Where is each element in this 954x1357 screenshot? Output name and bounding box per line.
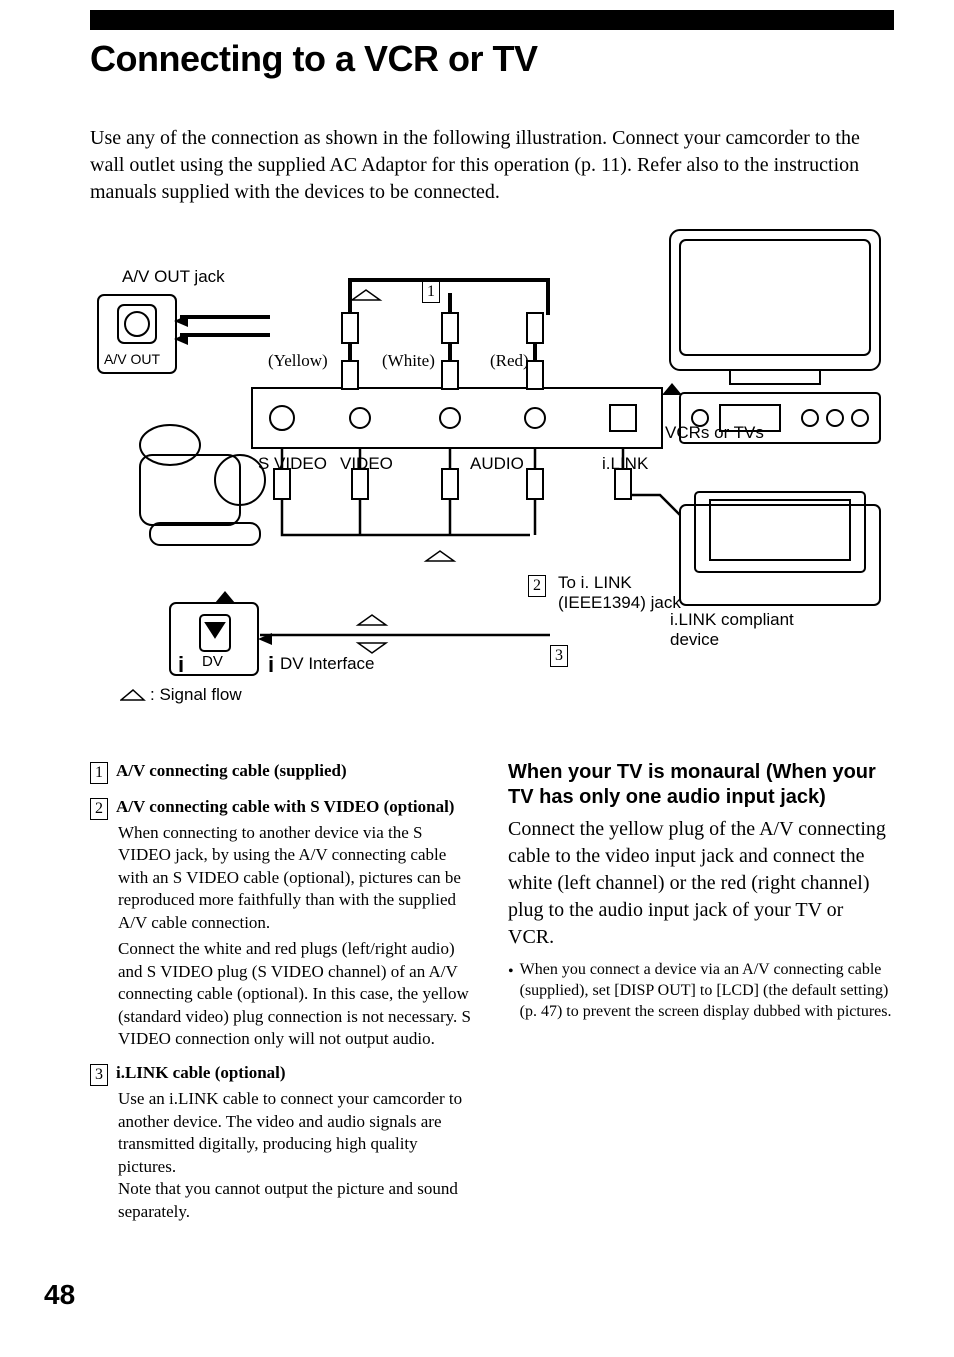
item-2-head: A/V connecting cable with S VIDEO (optio…: [116, 796, 454, 818]
item-3-head: i.LINK cable (optional): [116, 1062, 286, 1084]
label-white: (White): [382, 351, 435, 371]
item-2: 2 A/V connecting cable with S VIDEO (opt…: [90, 796, 476, 1050]
bullet-dot-icon: •: [508, 959, 514, 982]
diagram-marker-3: 3: [550, 645, 568, 667]
legend-signal-flow: : Signal flow: [120, 685, 242, 705]
diagram-marker-1: 1: [422, 281, 440, 303]
label-red: (Red): [490, 351, 529, 371]
ilink-dot-icon-2: i: [268, 652, 274, 678]
connection-diagram: A/V OUT jack A/V OUT (Yellow) (White) (R…: [90, 225, 894, 710]
ilink-dot-icon: i: [178, 652, 184, 678]
right-bullet-text: When you connect a device via an A/V con…: [520, 959, 894, 1022]
label-svideo: S VIDEO: [258, 454, 327, 474]
item-3-body2: Note that you cannot output the picture …: [118, 1178, 476, 1223]
header-bar: [90, 10, 894, 30]
manual-page: Connecting to a VCR or TV Use any of the…: [0, 0, 954, 1357]
right-bullet: • When you connect a device via an A/V c…: [508, 959, 894, 1022]
right-subhead: When your TV is monaural (When your TV h…: [508, 760, 894, 810]
label-dv-interface: DV Interface: [280, 654, 375, 674]
item-1: 1 A/V connecting cable (supplied): [90, 760, 476, 784]
right-column: When your TV is monaural (When your TV h…: [508, 760, 894, 1235]
label-av-out: A/V OUT: [104, 351, 160, 367]
label-av-out-jack: A/V OUT jack: [122, 267, 225, 287]
item-2-marker: 2: [90, 798, 108, 820]
label-yellow: (Yellow): [268, 351, 328, 371]
page-number: 48: [44, 1279, 75, 1311]
label-video: VIDEO: [340, 454, 393, 474]
label-dv: DV: [202, 653, 223, 670]
right-para: Connect the yellow plug of the A/V conne…: [508, 816, 894, 951]
item-2-body2: Connect the white and red plugs (left/ri…: [118, 938, 476, 1050]
label-ilink: i.LINK: [602, 454, 648, 474]
label-vcrs-tvs: VCRs or TVs: [665, 423, 764, 443]
label-audio: AUDIO: [470, 454, 524, 474]
label-ilink-compliant: i.LINK compliant device: [670, 610, 794, 651]
page-title: Connecting to a VCR or TV: [90, 38, 538, 80]
intro-paragraph: Use any of the connection as shown in th…: [90, 125, 894, 206]
body-columns: 1 A/V connecting cable (supplied) 2 A/V …: [90, 760, 894, 1235]
label-to-ilink: To i. LINK (IEEE1394) jack: [502, 573, 681, 614]
left-column: 1 A/V connecting cable (supplied) 2 A/V …: [90, 760, 476, 1235]
item-1-marker: 1: [90, 762, 108, 784]
item-3-body1: Use an i.LINK cable to connect your camc…: [118, 1088, 476, 1178]
item-3-marker: 3: [90, 1064, 108, 1086]
item-3: 3 i.LINK cable (optional) Use an i.LINK …: [90, 1062, 476, 1223]
item-2-body1: When connecting to another device via th…: [118, 822, 476, 934]
item-1-head: A/V connecting cable (supplied): [116, 760, 347, 782]
